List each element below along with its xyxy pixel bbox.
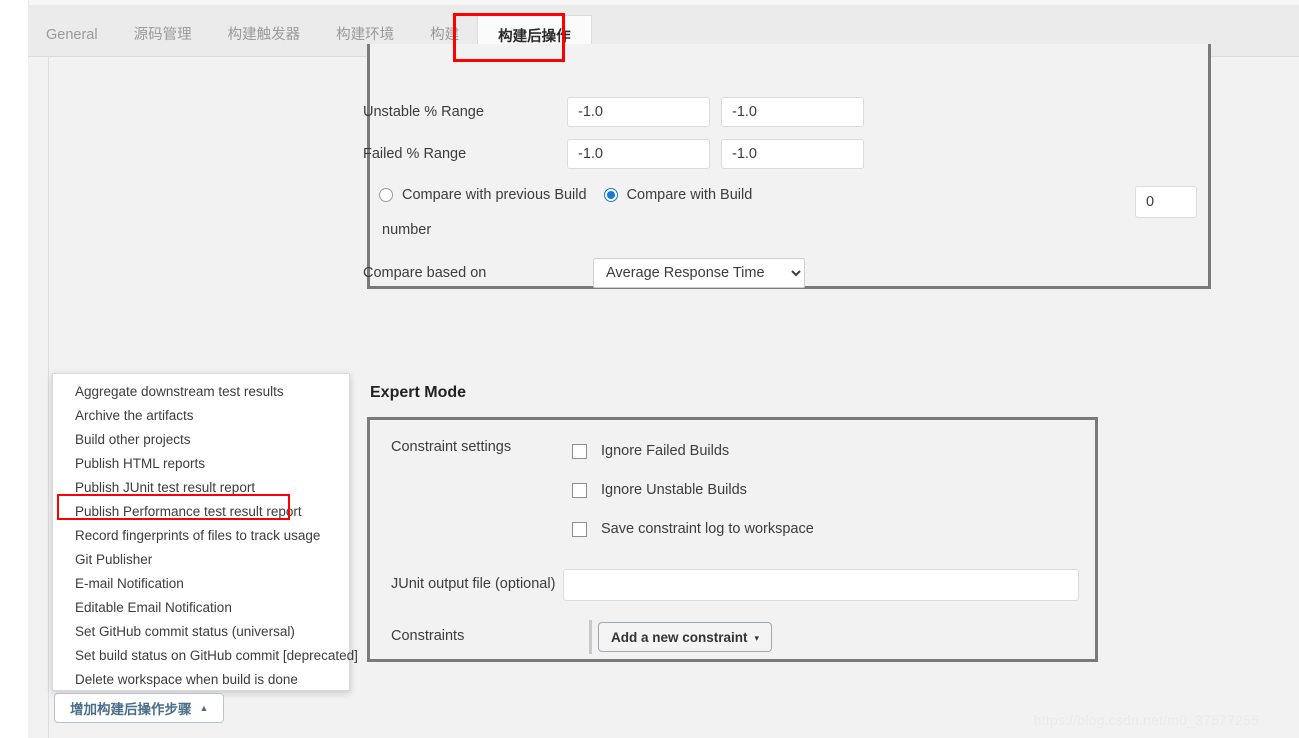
- compare-based-on-label: Compare based on: [363, 265, 487, 281]
- menu-item-label: Publish HTML reports: [75, 456, 206, 471]
- menu-item[interactable]: Editable Email Notification: [53, 596, 349, 620]
- save-constraint-log-checkbox[interactable]: [572, 521, 587, 537]
- menu-item[interactable]: Set GitHub commit status (universal): [53, 620, 349, 644]
- unstable-range-label: Unstable % Range: [363, 104, 484, 120]
- chevron-down-icon: ▾: [754, 632, 760, 643]
- unstable-range-min-input[interactable]: [567, 97, 710, 127]
- save-constraint-log-label: Save constraint log to workspace: [601, 521, 814, 537]
- menu-item-label: Set build status on GitHub commit [depre…: [75, 648, 358, 663]
- menu-item-label: Editable Email Notification: [75, 600, 232, 615]
- add-new-constraint-button[interactable]: Add a new constraint ▾: [598, 622, 773, 652]
- menu-item[interactable]: Publish Performance test result report: [53, 500, 349, 524]
- ignore-unstable-builds-label: Ignore Unstable Builds: [601, 482, 747, 498]
- menu-item[interactable]: Build other projects: [53, 428, 349, 452]
- menu-item[interactable]: Record fingerprints of files to track us…: [53, 524, 349, 548]
- left-gutter: [0, 0, 29, 738]
- post-build-action-menu[interactable]: Aggregate downstream test results Archive…: [52, 373, 358, 692]
- tab-0[interactable]: General: [28, 14, 116, 57]
- constraints-button-accent-bar: [589, 620, 592, 654]
- menu-item[interactable]: Aggregate downstream test results: [53, 380, 349, 404]
- menu-item[interactable]: Delete workspace when build is done: [53, 668, 349, 692]
- tab-2[interactable]: 构建触发器: [210, 14, 319, 57]
- tab-label: General: [46, 27, 98, 43]
- compare-build-number-label: Compare with Build: [626, 187, 753, 203]
- menu-item[interactable]: E-mail Notification: [53, 572, 349, 596]
- failed-range-label: Failed % Range: [363, 146, 467, 162]
- chevron-up-icon: ▲: [199, 702, 209, 713]
- compare-build-number-label-wrap: number: [382, 222, 432, 238]
- save-constraint-log-row[interactable]: Save constraint log to workspace: [572, 521, 814, 537]
- menu-item-label: Publish Performance test result report: [75, 504, 302, 519]
- compare-previous-build-label: Compare with previous Build: [402, 187, 587, 203]
- menu-item[interactable]: Archive the artifacts: [53, 404, 349, 428]
- menu-item-label: Record fingerprints of files to track us…: [75, 528, 321, 543]
- unstable-range-row: Unstable % Range: [363, 97, 864, 127]
- menu-item-label: Set GitHub commit status (universal): [75, 624, 295, 639]
- ignore-failed-builds-label: Ignore Failed Builds: [601, 443, 730, 459]
- menu-item[interactable]: Set build status on GitHub commit [depre…: [53, 644, 358, 668]
- compare-build-number-input[interactable]: [1135, 186, 1197, 218]
- compare-build-number-radio[interactable]: [603, 188, 618, 202]
- watermark-url: https://blog.csdn.net/m0_37577255: [1033, 712, 1259, 728]
- menu-item[interactable]: Publish HTML reports: [53, 452, 349, 476]
- constraints-label: Constraints: [391, 628, 465, 644]
- menu-item-label: Build other projects: [75, 432, 191, 447]
- menu-item[interactable]: Git Publisher: [53, 548, 349, 572]
- performance-settings-panel: Unstable % Range Failed % Range Compare …: [363, 44, 1211, 289]
- failed-range-max-input[interactable]: [721, 139, 864, 169]
- unstable-range-max-input[interactable]: [721, 97, 864, 127]
- failed-range-min-input[interactable]: [567, 139, 710, 169]
- junit-output-file-input[interactable]: [563, 569, 1079, 601]
- add-new-constraint-label: Add a new constraint: [611, 629, 748, 645]
- compare-mode-row: Compare with previous Build Compare with…: [379, 187, 752, 203]
- compare-based-on-select[interactable]: Average Response TimeMedian Response Tim…: [593, 258, 805, 288]
- failed-range-row: Failed % Range: [363, 139, 864, 169]
- ignore-failed-builds-checkbox[interactable]: [572, 443, 587, 459]
- menu-item-label: Aggregate downstream test results: [75, 384, 284, 399]
- menu-item-label: Delete workspace when build is done: [75, 672, 298, 687]
- tab-1[interactable]: 源码管理: [116, 14, 210, 57]
- ignore-failed-builds-row[interactable]: Ignore Failed Builds: [572, 443, 729, 459]
- compare-previous-build-radio[interactable]: [379, 188, 393, 202]
- menu-item-label: Publish JUnit test result report: [75, 480, 256, 495]
- junit-output-file-label: JUnit output file (optional): [391, 576, 556, 592]
- tab-label: 源码管理: [133, 27, 192, 43]
- ignore-unstable-builds-checkbox[interactable]: [572, 482, 587, 498]
- content-divider: [48, 57, 49, 738]
- compare-based-on-row: Compare based on Average Response TimeMe…: [363, 258, 805, 288]
- menu-item-label: Archive the artifacts: [75, 408, 194, 423]
- menu-item-label: Git Publisher: [75, 552, 153, 567]
- tab-label: 构建后操作: [498, 29, 571, 45]
- tab-label: 构建触发器: [227, 27, 301, 43]
- tab-label: 构建: [430, 27, 460, 43]
- ignore-unstable-builds-row[interactable]: Ignore Unstable Builds: [572, 482, 747, 498]
- tab-label: 构建环境: [336, 27, 395, 43]
- expert-mode-heading: Expert Mode: [370, 384, 467, 401]
- add-post-build-step-label: 增加构建后操作步骤: [70, 702, 192, 717]
- menu-item-label: E-mail Notification: [75, 576, 184, 591]
- constraint-settings-label: Constraint settings: [391, 439, 512, 455]
- add-post-build-step-button[interactable]: 增加构建后操作步骤 ▲: [54, 693, 225, 723]
- menu-item[interactable]: Publish JUnit test result report: [53, 476, 349, 500]
